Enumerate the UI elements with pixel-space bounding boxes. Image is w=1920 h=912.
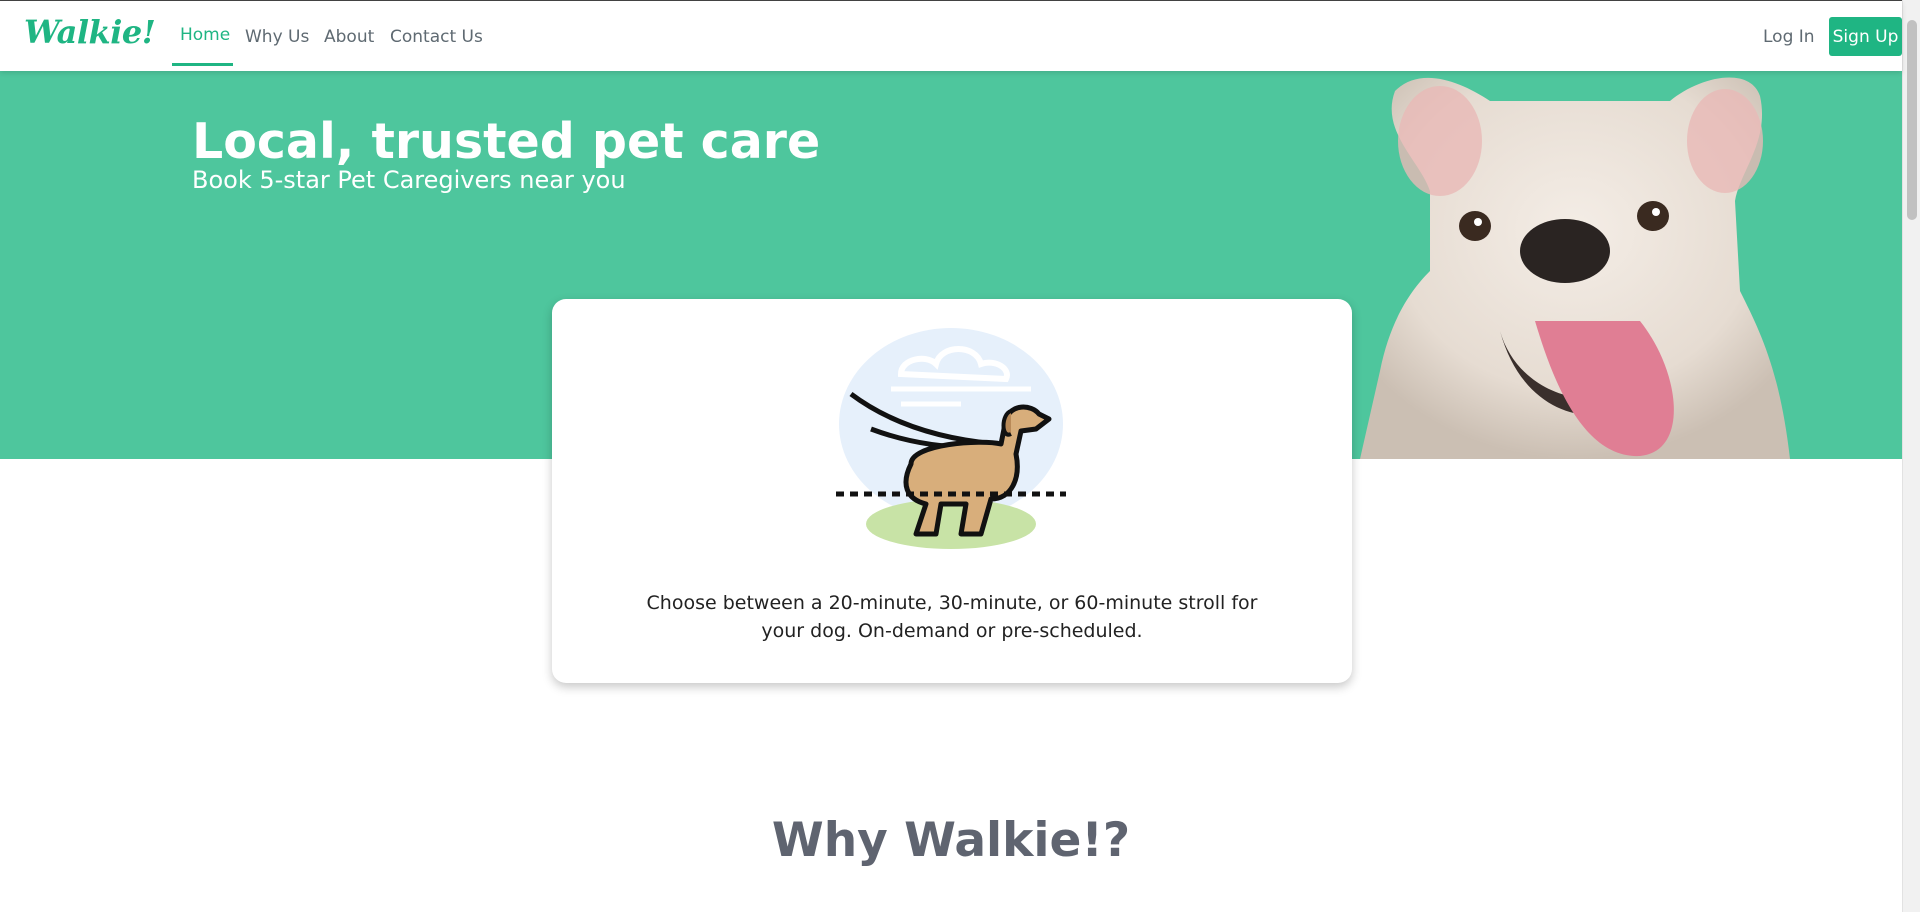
navbar: Walkie! Home Why Us About Contact Us Log…	[0, 1, 1902, 71]
hero-title: Local, trusted pet care	[192, 113, 821, 170]
signup-button[interactable]: Sign Up	[1829, 17, 1902, 56]
hero-subtitle: Book 5-star Pet Caregivers near you	[192, 166, 626, 194]
why-section-title: Why Walkie!?	[771, 813, 1131, 868]
nav-link-home[interactable]: Home	[180, 25, 230, 45]
service-description: Choose between a 20-minute, 30-minute, o…	[646, 592, 1258, 642]
scrollbar-thumb[interactable]	[1907, 20, 1917, 220]
nav-link-contact-us[interactable]: Contact Us	[390, 27, 483, 47]
service-card[interactable]: Choose between a 20-minute, 30-minute, o…	[552, 299, 1352, 683]
nav-link-about[interactable]: About	[324, 27, 374, 47]
logo[interactable]: Walkie!	[24, 13, 156, 51]
active-nav-indicator	[172, 63, 233, 66]
login-link[interactable]: Log In	[1763, 27, 1815, 47]
nav-link-why-us[interactable]: Why Us	[245, 27, 309, 47]
bulldog-image	[1360, 77, 1790, 459]
dog-walking-icon	[836, 328, 1066, 549]
page-scrollbar[interactable]	[1902, 0, 1920, 912]
